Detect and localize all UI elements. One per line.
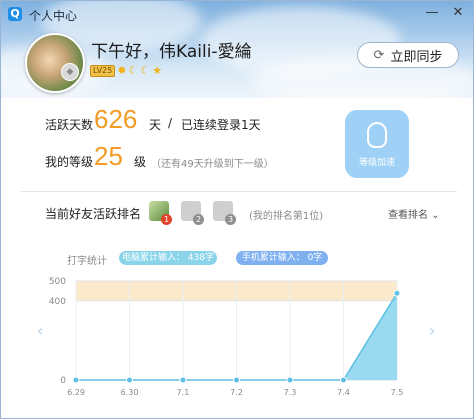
data-point (126, 376, 133, 384)
sync-now-button[interactable]: ⟳ 立即同步 (357, 42, 459, 68)
sync-icon: ⟳ (373, 47, 385, 63)
rank-badge-1: 1 (161, 214, 172, 225)
view-ranking-link[interactable]: 查看排名 ⌄ (388, 206, 440, 221)
level-icons[interactable]: LV25 ✹ ☾ ☾ ★ (90, 65, 162, 77)
level-label: 我的等级 (45, 155, 94, 169)
chart-prev-arrow-icon[interactable]: ‹ (37, 321, 43, 340)
x-tick-label: 6.29 (67, 388, 85, 397)
separator: / (168, 116, 173, 130)
title-bar: Q 个人中心 — ✕ (1, 1, 473, 27)
login-streak: 已连续登录1天 (181, 118, 261, 132)
close-button[interactable]: ✕ (447, 4, 469, 22)
x-tick-label: 7.5 (391, 388, 404, 397)
rank-badge-3: 3 (225, 214, 236, 225)
y-tick-label: 0 (60, 376, 66, 386)
x-tick-label: 6.30 (121, 388, 139, 397)
x-tick-label: 7.3 (284, 388, 297, 397)
star-icon: ★ (152, 64, 163, 77)
qq-penguin-icon (367, 122, 387, 148)
greeting-text: 下午好，伟Kaili-愛綸 (91, 42, 252, 62)
active-days-unit: 天 (149, 118, 162, 132)
level-hint: （还有49天升级到下一级） (151, 159, 274, 170)
divider (21, 191, 457, 192)
friend-ranking-title: 当前好友活跃排名 (45, 207, 142, 221)
y-tick-label: 400 (49, 297, 66, 307)
data-point (233, 376, 240, 384)
level-value: 25 (94, 141, 123, 171)
sync-button-label: 立即同步 (390, 49, 443, 65)
profile-header: Q 个人中心 — ✕ ◆ 下午好，伟Kaili-愛綸 LV25 ✹ ☾ ☾ ★ … (1, 1, 473, 98)
data-point (340, 376, 347, 384)
chevron-down-icon: ⌄ (431, 210, 440, 221)
mobile-input-badge: 手机累计输入： 0字 (236, 251, 328, 265)
app-logo-icon: Q (8, 7, 22, 21)
level-badge: LV25 (90, 65, 116, 77)
data-point (393, 289, 401, 297)
moon-icon: ☾ (128, 64, 139, 77)
typing-stats-label: 打字统计 (67, 256, 107, 267)
moon-icon: ☾ (140, 64, 151, 77)
accelerate-label: 等级加速 (358, 158, 395, 168)
active-days-value: 626 (94, 104, 138, 134)
x-tick-label: 7.1 (177, 388, 190, 397)
active-days-label: 活跃天数 (45, 118, 94, 132)
level-accelerate-button[interactable]: 等级加速 (345, 110, 409, 178)
personal-center-window: Q 个人中心 — ✕ ◆ 下午好，伟Kaili-愛綸 LV25 ✹ ☾ ☾ ★ … (0, 0, 474, 419)
sun-icon: ✹ (117, 64, 127, 77)
x-tick-label: 7.2 (230, 388, 243, 397)
vip-badge-icon: ◆ (61, 63, 79, 81)
minimize-button[interactable]: — (421, 4, 443, 22)
typing-chart: 500 400 06.29 6.30 7.1 7.2 7.3 7.4 7.5 (49, 277, 404, 397)
data-point (286, 376, 294, 384)
level-unit: 级 (134, 155, 147, 169)
data-point (72, 376, 80, 384)
my-rank-text: (我的排名第1位) (249, 211, 324, 222)
window-title: 个人中心 (29, 9, 78, 23)
view-ranking-label: 查看排名 (388, 210, 428, 221)
x-tick-label: 7.4 (337, 388, 350, 397)
y-tick-label: 500 (49, 277, 66, 287)
chart-next-arrow-icon[interactable]: › (429, 321, 435, 340)
avatar[interactable] (25, 33, 85, 93)
data-point (179, 376, 187, 384)
rank-badge-2: 2 (193, 214, 204, 225)
pc-input-badge: 电脑累计输入： 438字 (119, 251, 217, 265)
